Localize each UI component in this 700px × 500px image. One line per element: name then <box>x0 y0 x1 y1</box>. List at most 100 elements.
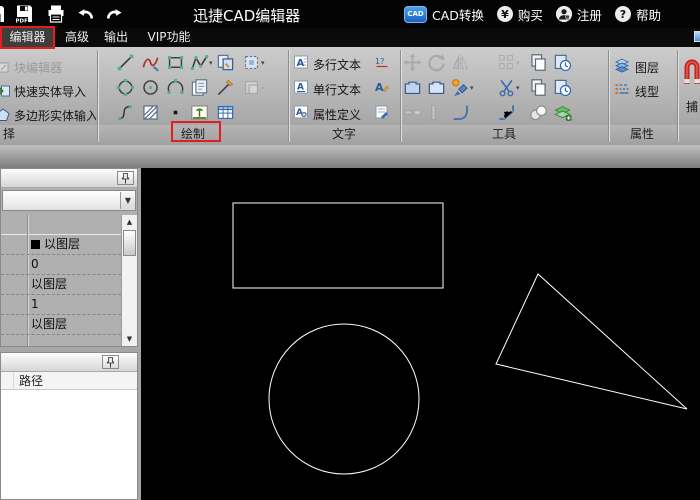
circle-nodes-button[interactable] <box>116 78 135 97</box>
copy-button[interactable] <box>529 78 548 97</box>
line-button[interactable] <box>116 53 135 72</box>
text-style-icon[interactable]: A <box>374 79 390 95</box>
arc-button[interactable] <box>166 78 185 97</box>
property-row[interactable]: 以图层 <box>1 275 121 295</box>
stext-label[interactable]: 单行文本 <box>313 81 361 98</box>
properties-panel-titlebar[interactable] <box>1 169 137 188</box>
register-button[interactable]: 注册 <box>577 5 602 24</box>
object-select-combobox[interactable] <box>2 190 136 211</box>
construction-line-button[interactable] <box>216 78 235 97</box>
section-label-properties: 属性 <box>630 125 654 142</box>
property-value: 以图层 <box>31 315 67 334</box>
print-icon[interactable] <box>46 4 66 24</box>
save-icon[interactable] <box>0 4 6 24</box>
property-row[interactable]: 0 <box>1 255 121 275</box>
point-button[interactable] <box>166 103 185 122</box>
menu-item-advanced[interactable]: 高级 <box>60 28 94 47</box>
properties-panel: ▼ 以图层 0 以图层 1 以图层 <box>0 168 138 347</box>
cad-converter-badge-icon[interactable]: CAD <box>404 6 427 23</box>
help-button[interactable]: 帮助 <box>636 5 661 24</box>
linetype-label[interactable]: 线型 <box>635 83 659 100</box>
region-button <box>242 78 261 97</box>
scroll-up-icon[interactable]: ▲ <box>122 215 137 229</box>
undo-icon[interactable] <box>76 6 96 22</box>
block-a-button[interactable] <box>403 78 422 97</box>
ribbon-item-quick-import[interactable]: 快速实体导入 <box>0 81 96 101</box>
trim-dropdown-icon[interactable]: ▾ <box>516 84 520 92</box>
cad-circle-entity[interactable] <box>269 324 419 474</box>
cad-convert-button[interactable]: CAD转换 <box>432 5 484 24</box>
hatch-button[interactable] <box>141 103 160 122</box>
pin-icon[interactable] <box>102 355 119 369</box>
mtext-icon[interactable]: A <box>293 54 309 70</box>
paste-clock-button[interactable] <box>553 78 572 97</box>
mtext-label[interactable]: 多行文本 <box>313 56 361 73</box>
menu-item-editor[interactable]: 编辑器 <box>0 28 55 47</box>
path-column-header[interactable]: 路径 <box>1 372 137 390</box>
block-ref-button[interactable] <box>190 78 209 97</box>
trim-button[interactable] <box>497 78 516 97</box>
copy-button[interactable] <box>529 53 548 72</box>
property-row[interactable]: 以图层 <box>1 235 121 255</box>
paste-clock-button[interactable] <box>553 53 572 72</box>
group-button[interactable] <box>529 103 548 122</box>
menu-item-vip[interactable]: VIP功能 <box>140 28 198 47</box>
scrollbar-thumb[interactable] <box>123 230 136 256</box>
save-pdf-icon[interactable]: PDF <box>14 4 34 24</box>
ribbon-item-polygon-input[interactable]: 多边形实体输入 <box>0 105 96 125</box>
spline-button[interactable] <box>116 103 135 122</box>
yen-icon[interactable]: ¥ <box>497 6 513 22</box>
stext-icon[interactable]: A <box>293 79 309 95</box>
path-list-body[interactable] <box>1 391 137 499</box>
circle-button[interactable] <box>141 78 160 97</box>
block-editor-icon <box>0 59 11 75</box>
freehand-button[interactable] <box>141 53 160 72</box>
table-button[interactable] <box>216 103 235 122</box>
fillet-button[interactable] <box>451 103 470 122</box>
mini-window-icon[interactable] <box>694 31 700 42</box>
redo-icon[interactable] <box>104 6 124 22</box>
text-edit-icon[interactable] <box>374 104 390 120</box>
ribbon-bottom-band <box>0 145 700 168</box>
linetype-icon[interactable] <box>614 81 630 97</box>
block-editor-label: 块编辑器 <box>14 59 62 76</box>
chamfer-button[interactable] <box>497 103 516 122</box>
buy-button[interactable]: 购买 <box>518 5 543 24</box>
attribute-define-icon[interactable]: A <box>293 104 309 120</box>
layers-label[interactable]: 图层 <box>635 59 659 76</box>
property-row[interactable]: 以图层 <box>1 315 121 335</box>
cad-polygon-entity[interactable] <box>496 274 687 409</box>
text-number-icon[interactable]: 1? <box>374 54 390 70</box>
path-panel: 路径 <box>0 352 138 500</box>
properties-scrollbar[interactable]: ▲ ▼ <box>121 215 137 346</box>
attribute-define-label[interactable]: 属性定义 <box>313 106 361 123</box>
drawing-canvas[interactable] <box>141 168 700 500</box>
property-row[interactable]: 1 <box>1 295 121 315</box>
user-icon[interactable] <box>556 6 572 22</box>
boundary-dropdown-icon[interactable]: ▾ <box>261 59 265 67</box>
match-brush-dropdown-icon[interactable]: ▾ <box>470 84 474 92</box>
ribbon-separator <box>677 50 679 142</box>
combobox-arrow-icon[interactable]: ▼ <box>120 192 135 209</box>
menu-bar: 编辑器 高级 输出 VIP功能 <box>0 28 700 47</box>
snap-magnet-icon[interactable] <box>683 56 700 86</box>
polyline-dropdown-icon[interactable]: ▾ <box>209 59 213 67</box>
insert-block-button[interactable] <box>216 53 235 72</box>
boundary-button[interactable] <box>242 53 261 72</box>
section-label-select: 择 <box>3 125 15 142</box>
path-panel-titlebar[interactable] <box>1 353 137 372</box>
layers-icon[interactable] <box>614 57 630 73</box>
menu-item-output[interactable]: 输出 <box>98 28 134 47</box>
help-icon[interactable]: ? <box>615 6 631 22</box>
polyline-button[interactable] <box>190 53 209 72</box>
cad-rect-entity[interactable] <box>233 203 443 288</box>
match-brush-button[interactable] <box>451 78 470 97</box>
window-title: 迅捷CAD编辑器 <box>193 5 300 26</box>
pin-icon[interactable] <box>117 171 134 185</box>
snap-label[interactable]: 捕 <box>686 98 698 115</box>
rectangle-button[interactable] <box>166 53 185 72</box>
image-button[interactable] <box>190 103 209 122</box>
layer-add-button[interactable] <box>553 103 572 122</box>
block-b-button[interactable] <box>427 78 446 97</box>
scroll-down-icon[interactable]: ▼ <box>122 332 137 346</box>
